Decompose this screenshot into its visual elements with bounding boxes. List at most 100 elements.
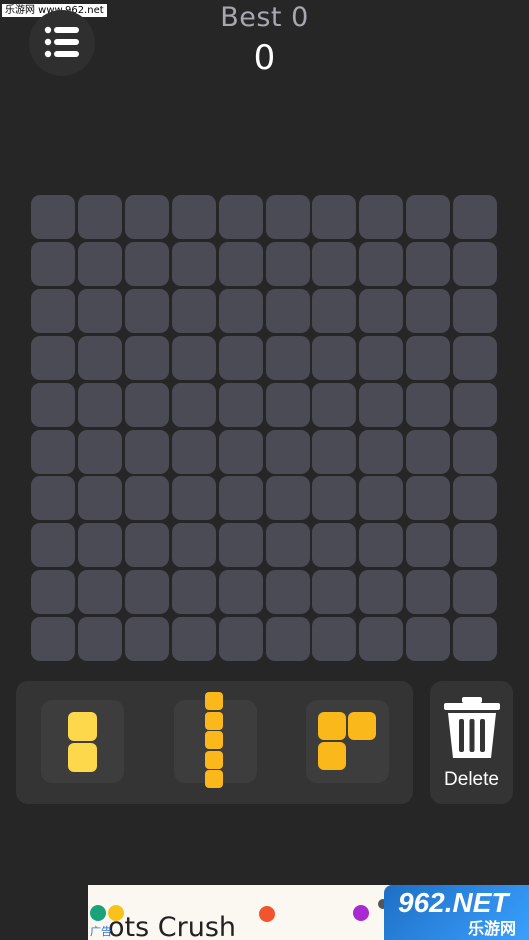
board-cell[interactable] [406, 241, 451, 286]
board-cell[interactable] [77, 617, 122, 662]
board-cell[interactable] [453, 241, 498, 286]
board-cell[interactable] [77, 195, 122, 239]
board-cell[interactable] [77, 476, 122, 521]
board-cell[interactable] [124, 195, 169, 239]
board-cell[interactable] [124, 476, 169, 521]
board-cell[interactable] [171, 241, 216, 286]
board-cell[interactable] [312, 288, 357, 333]
delete-button[interactable]: Delete [430, 681, 513, 804]
board-cell[interactable] [312, 570, 357, 615]
board-cell[interactable] [406, 382, 451, 427]
board-cell[interactable] [406, 617, 451, 662]
board-cell[interactable] [124, 570, 169, 615]
board-cell[interactable] [77, 523, 122, 568]
board-cell[interactable] [312, 195, 357, 239]
piece-block[interactable] [205, 731, 223, 749]
board-cell[interactable] [124, 335, 169, 380]
board-cell[interactable] [31, 335, 75, 380]
board-cell[interactable] [312, 335, 357, 380]
board-cell[interactable] [359, 476, 404, 521]
board-cell[interactable] [218, 195, 263, 239]
board-cell[interactable] [31, 523, 75, 568]
board-cell[interactable] [31, 195, 75, 239]
board-cell[interactable] [312, 382, 357, 427]
piece-block[interactable] [205, 692, 223, 710]
board-cell[interactable] [453, 195, 498, 239]
piece-block[interactable] [318, 712, 346, 740]
board-cell[interactable] [124, 241, 169, 286]
board-cell[interactable] [312, 429, 357, 474]
board-cell[interactable] [31, 617, 75, 662]
board-cell[interactable] [77, 288, 122, 333]
board-cell[interactable] [124, 617, 169, 662]
board-cell[interactable] [77, 335, 122, 380]
board-cell[interactable] [31, 476, 75, 521]
board-cell[interactable] [406, 570, 451, 615]
board-cell[interactable] [359, 429, 404, 474]
board-cell[interactable] [453, 382, 498, 427]
board-cell[interactable] [218, 335, 263, 380]
board-cell[interactable] [31, 382, 75, 427]
board-cell[interactable] [265, 335, 310, 380]
board-cell[interactable] [312, 523, 357, 568]
board-cell[interactable] [265, 429, 310, 474]
board-cell[interactable] [359, 523, 404, 568]
board-cell[interactable] [31, 429, 75, 474]
board-cell[interactable] [265, 382, 310, 427]
board-cell[interactable] [124, 288, 169, 333]
board-cell[interactable] [359, 382, 404, 427]
board-cell[interactable] [171, 617, 216, 662]
board-cell[interactable] [171, 523, 216, 568]
piece-block[interactable] [318, 742, 346, 770]
board-cell[interactable] [218, 382, 263, 427]
board-cell[interactable] [171, 335, 216, 380]
board-cell[interactable] [171, 288, 216, 333]
board-cell[interactable] [453, 288, 498, 333]
board-cell[interactable] [359, 617, 404, 662]
board-cell[interactable] [312, 241, 357, 286]
piece-block[interactable] [68, 712, 97, 741]
board-cell[interactable] [359, 195, 404, 239]
piece-block[interactable] [205, 770, 223, 788]
board-cell[interactable] [124, 523, 169, 568]
board-cell[interactable] [77, 429, 122, 474]
board-cell[interactable] [406, 335, 451, 380]
board-cell[interactable] [265, 570, 310, 615]
board-cell[interactable] [124, 429, 169, 474]
board-cell[interactable] [265, 288, 310, 333]
piece-block[interactable] [205, 750, 223, 769]
piece-slot-3[interactable] [306, 700, 389, 783]
board-cell[interactable] [453, 617, 498, 662]
board-cell[interactable] [453, 335, 498, 380]
board-cell[interactable] [171, 476, 216, 521]
board-cell[interactable] [359, 288, 404, 333]
board-cell[interactable] [218, 241, 263, 286]
board-cell[interactable] [265, 241, 310, 286]
board-cell[interactable] [265, 617, 310, 662]
board-cell[interactable] [359, 241, 404, 286]
board-cell[interactable] [453, 570, 498, 615]
board-cell[interactable] [218, 476, 263, 521]
piece-block[interactable] [68, 743, 97, 772]
board-cell[interactable] [406, 429, 451, 474]
board-cell[interactable] [453, 429, 498, 474]
board-cell[interactable] [77, 382, 122, 427]
board-cell[interactable] [171, 195, 216, 239]
piece-block[interactable] [348, 712, 376, 740]
board-cell[interactable] [124, 382, 169, 427]
board-cell[interactable] [171, 570, 216, 615]
board-cell[interactable] [171, 429, 216, 474]
board-cell[interactable] [218, 523, 263, 568]
board-cell[interactable] [218, 429, 263, 474]
board-cell[interactable] [406, 523, 451, 568]
board-cell[interactable] [265, 195, 310, 239]
piece-block[interactable] [205, 711, 223, 730]
board-cell[interactable] [218, 570, 263, 615]
board-cell[interactable] [31, 241, 75, 286]
board-cell[interactable] [77, 241, 122, 286]
board-cell[interactable] [77, 570, 122, 615]
board-cell[interactable] [218, 617, 263, 662]
board-cell[interactable] [265, 523, 310, 568]
board-cell[interactable] [265, 476, 310, 521]
board-cell[interactable] [31, 288, 75, 333]
